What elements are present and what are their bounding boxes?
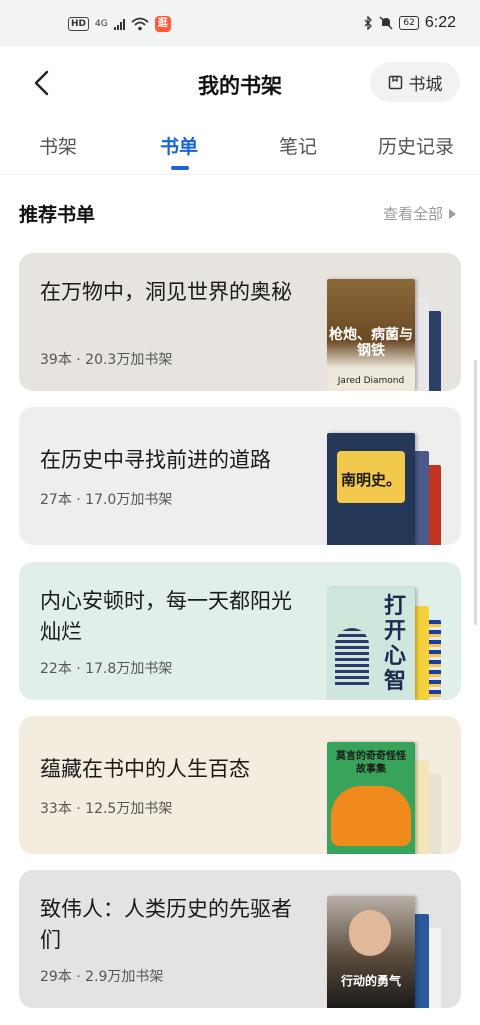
see-all-label: 查看全部 [382,205,443,223]
active-tab-indicator [171,166,189,170]
cover-title: 莫言的奇奇怪怪故事集 [336,751,406,775]
tab-bar: 书架 书单 笔记 历史记录 [0,120,480,174]
book-cover-guns-germs-steel: 枪炮、病菌与钢铁 Jared Diamond [327,279,415,391]
tab-divider [0,174,480,175]
mute-icon [379,16,393,30]
booklist-meta: 39本 · 20.3万加书架 [40,352,173,368]
app-notification-icon: 逛 [154,16,171,32]
cover-author: Jared Diamond [337,376,405,386]
book-cover-courage-to-act: 行动的勇气 [327,896,415,1008]
book-cover-moyan-stories: 莫言的奇奇怪怪故事集 [327,742,415,854]
booklist-cover-stack: 打开心智 [327,588,445,700]
arrow-right-icon [449,208,456,219]
booklist-title: 蕴藏在书中的人生百态 [40,757,250,781]
see-all-link[interactable]: 查看全部 [383,203,456,224]
status-left: HD 4G 逛 [68,16,171,32]
booklist-title: 致伟人：人类历史的先驱者们 [40,897,292,952]
cover-art [335,628,369,688]
booklist-card-4[interactable]: 蕴藏在书中的人生百态 33本 · 12.5万加书架 莫言的奇奇怪怪故事集 [19,716,461,854]
status-right: 62 6:22 [363,14,456,32]
book-cover-open-mind: 打开心智 [327,588,415,700]
booklist-meta: 27本 · 17.0万加书架 [40,492,173,508]
book-cover-southern-ming: 南明史。 [327,433,415,545]
status-bar: HD 4G 逛 62 6:22 [0,0,480,46]
booklist-card-3[interactable]: 内心安顿时，每一天都阳光灿烂 22本 · 17.8万加书架 打开心智 [19,562,461,700]
cover-title: 行动的勇气 [340,974,401,988]
booklist-meta: 33本 · 12.5万加书架 [40,801,173,817]
book-store-icon [388,75,402,89]
signal-icon [113,18,125,30]
cover-title: 枪炮、病菌与钢铁 [329,327,413,359]
tab-bookshelf[interactable]: 书架 [39,132,77,159]
network-type: 4G [95,19,108,29]
booklist-meta: 22本 · 17.8万加书架 [40,661,173,677]
cover-art-tiger [331,786,411,846]
store-label: 书城 [408,74,443,95]
bluetooth-icon [364,16,373,30]
hd-indicator: HD [68,17,90,31]
wifi-icon [131,17,149,31]
store-button[interactable]: 书城 [370,62,460,102]
scrollbar[interactable] [474,360,477,625]
booklist-card-1[interactable]: 在万物中，洞见世界的奥秘 39本 · 20.3万加书架 枪炮、病菌与钢铁 Jar… [19,253,461,391]
battery-icon: 62 [399,16,419,30]
booklist-meta: 29本 · 2.9万加书架 [40,969,164,985]
tab-notes[interactable]: 笔记 [279,132,317,159]
booklist-cover-stack: 行动的勇气 [327,896,445,1008]
booklist-title: 在万物中，洞见世界的奥秘 [40,280,292,304]
booklist-card-2[interactable]: 在历史中寻找前进的道路 27本 · 17.0万加书架 南明史。 [19,407,461,545]
tab-booklists[interactable]: 书单 [160,132,198,159]
cover-portrait [349,910,391,956]
section-title: 推荐书单 [19,204,96,226]
booklist-cover-stack: 南明史。 [327,433,445,545]
cover-title: 南明史。 [340,471,401,489]
booklist-cover-stack: 枪炮、病菌与钢铁 Jared Diamond [327,279,445,391]
booklist-cover-stack: 莫言的奇奇怪怪故事集 [327,742,445,854]
header: 我的书架 书城 [0,46,480,120]
booklist-title: 内心安顿时，每一天都阳光灿烂 [40,589,292,644]
cover-title: 打开心智 [383,594,406,694]
booklist-card-5[interactable]: 致伟人：人类历史的先驱者们 29本 · 2.9万加书架 行动的勇气 [19,870,461,1008]
tab-history[interactable]: 历史记录 [378,132,454,159]
clock: 6:22 [424,14,456,31]
booklist-title: 在历史中寻找前进的道路 [40,448,271,472]
